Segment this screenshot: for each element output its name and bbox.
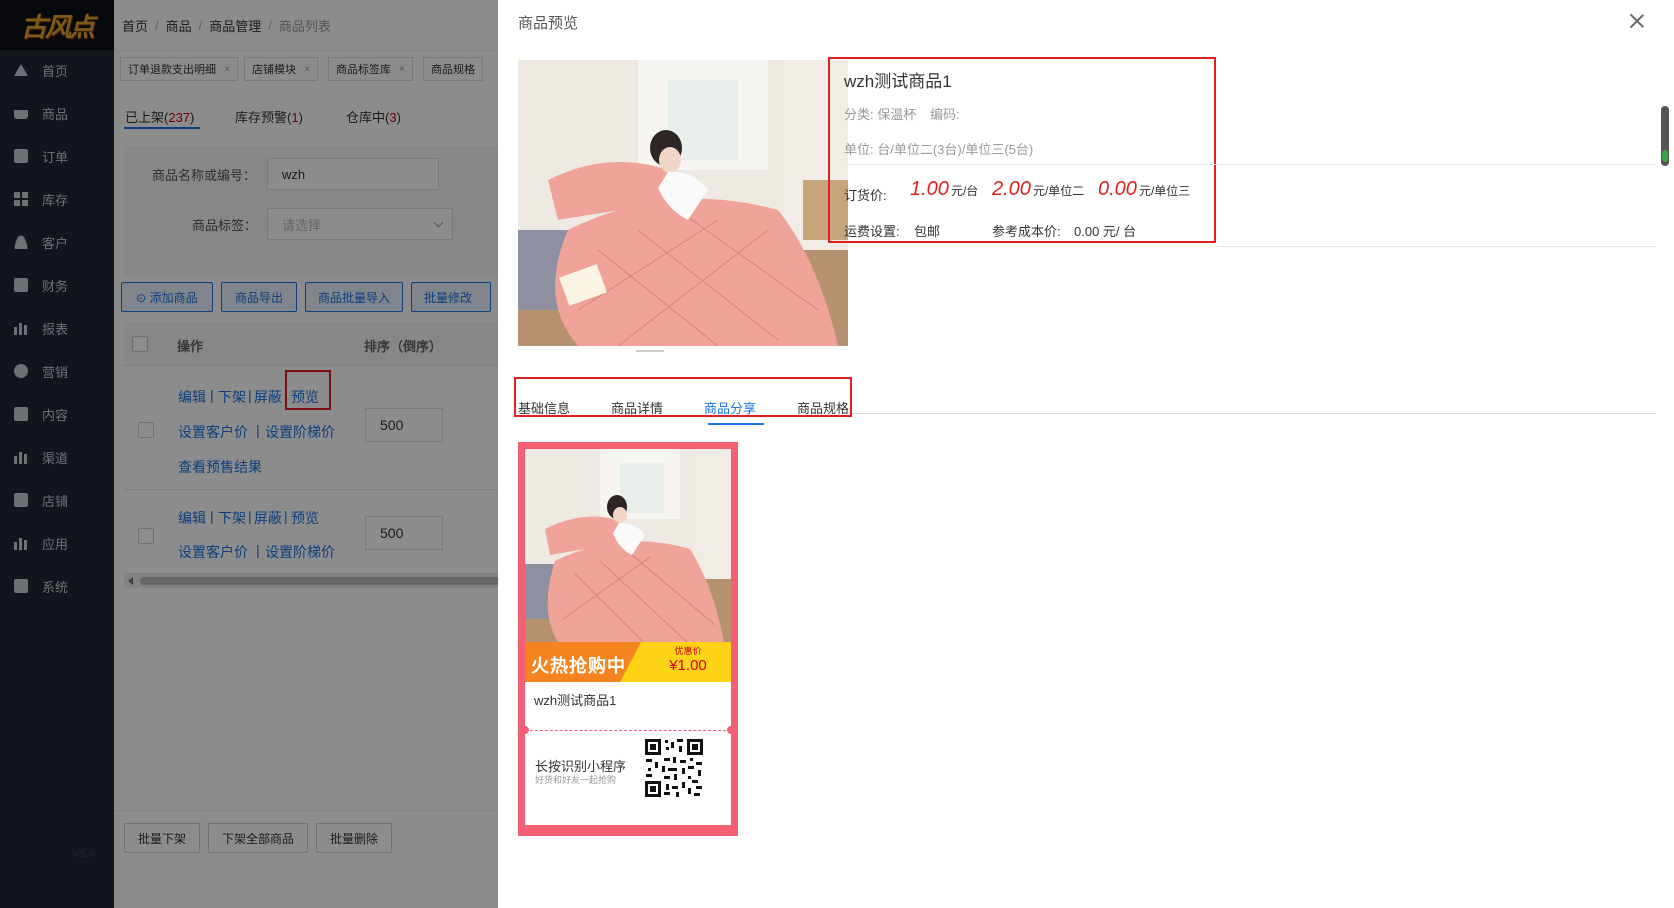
divider bbox=[844, 164, 1656, 165]
ticket-notch bbox=[521, 726, 529, 734]
carousel-indicator[interactable] bbox=[636, 350, 664, 352]
active-tab-indicator bbox=[708, 423, 764, 425]
qr-code-icon bbox=[644, 738, 704, 798]
cost-price-label: 参考成本价: bbox=[992, 224, 1061, 239]
share-poster: 火热抢购中 优惠价 ¥1.00 wzh测试商品1 长按识别小程序 好货和好友一起… bbox=[518, 442, 738, 836]
promo-price: ¥1.00 bbox=[669, 657, 707, 674]
divider bbox=[852, 413, 1656, 414]
qr-subtitle: 好货和好友一起抢购 bbox=[535, 775, 617, 785]
cost-price-value: 0.00 元/ 台 bbox=[1074, 224, 1137, 239]
product-unit: 单位: 台/单位二(3台)/单位三(5台) bbox=[844, 142, 1034, 157]
price-unit-1: 1.00 元/台 bbox=[910, 178, 979, 200]
drawer-title: 商品预览 bbox=[518, 15, 579, 32]
divider bbox=[1216, 246, 1656, 247]
order-price-label: 订货价: bbox=[844, 188, 887, 203]
price-unit-3: 0.00 元/单位三 bbox=[1098, 178, 1191, 200]
price-unit-2: 2.00 元/单位二 bbox=[992, 178, 1085, 200]
product-name: wzh测试商品1 bbox=[844, 72, 952, 91]
shipping-label: 运费设置: bbox=[844, 224, 900, 239]
product-category: 分类: 保温杯 bbox=[844, 107, 917, 122]
promo-price-label: 优惠价 bbox=[674, 646, 702, 656]
poster-product-image bbox=[525, 449, 731, 649]
shipping-value: 包邮 bbox=[914, 224, 941, 239]
promo-ribbon: 火热抢购中 优惠价 ¥1.00 bbox=[525, 642, 731, 682]
poster-product-name: wzh测试商品1 bbox=[534, 693, 617, 708]
dashed-divider bbox=[525, 730, 731, 731]
ticket-notch bbox=[727, 726, 735, 734]
tab-product-share[interactable]: 商品分享 bbox=[704, 398, 756, 417]
close-icon[interactable] bbox=[1628, 12, 1646, 30]
tab-basic-info[interactable]: 基础信息 bbox=[518, 398, 570, 417]
tab-product-details[interactable]: 商品详情 bbox=[611, 398, 663, 417]
vertical-scrollbar[interactable] bbox=[1661, 106, 1669, 166]
product-preview-drawer: 商品预览 wzh测试商品1 分类: 保温杯 编码: 单位: 台/单位二(3台)/… bbox=[498, 0, 1674, 908]
product-code: 编码: bbox=[930, 107, 960, 122]
tab-product-specs[interactable]: 商品规格 bbox=[797, 398, 849, 417]
product-image bbox=[518, 60, 848, 346]
promo-banner-text: 火热抢购中 bbox=[531, 656, 626, 676]
